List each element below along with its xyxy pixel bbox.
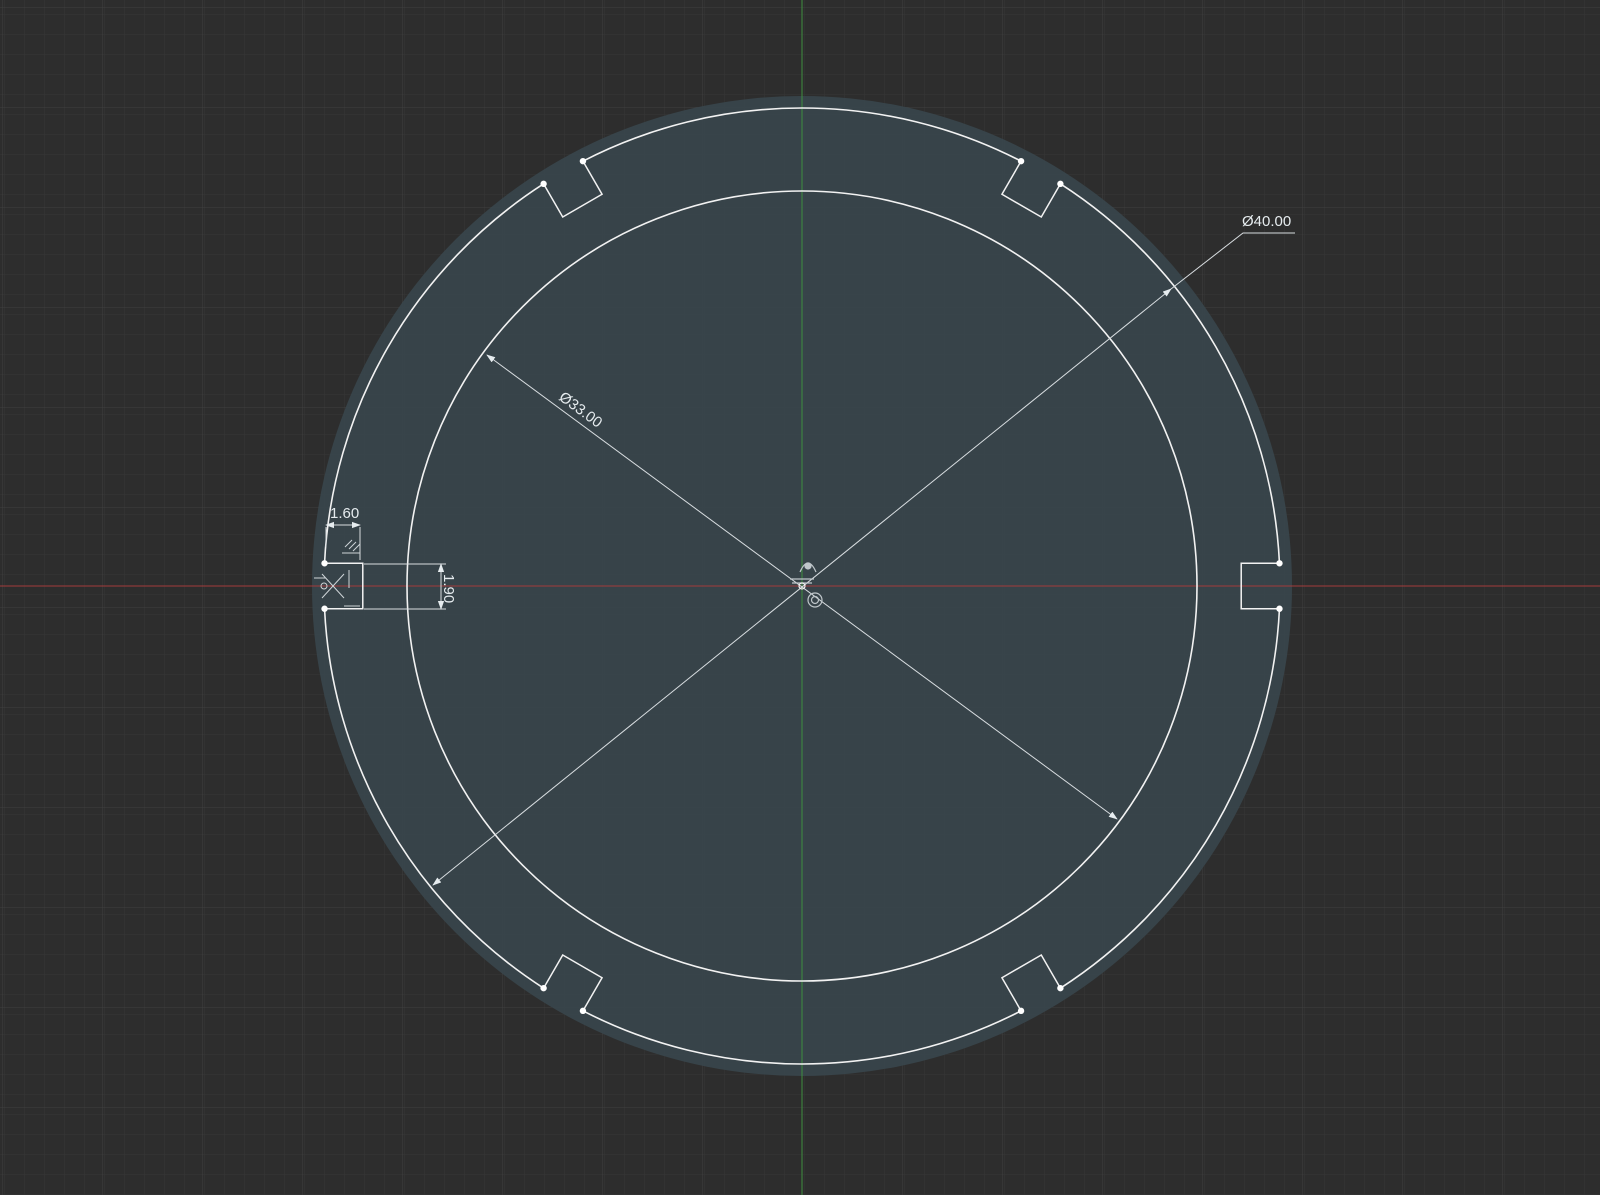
- sketch-point[interactable]: [1057, 180, 1064, 188]
- sketch-point[interactable]: [540, 984, 547, 992]
- sketch-point[interactable]: [321, 605, 328, 612]
- sketch-point[interactable]: [1017, 1007, 1025, 1015]
- sketch-canvas[interactable]: Ø40.00 Ø33.00 1.60 1.90: [0, 0, 1600, 1195]
- outer-diameter-label[interactable]: Ø40.00: [1242, 213, 1291, 230]
- notch-width-label[interactable]: 1.90: [440, 574, 457, 603]
- notch-depth-label[interactable]: 1.60: [330, 505, 359, 522]
- sketch-point[interactable]: [1276, 605, 1283, 612]
- sketch-point[interactable]: [1057, 984, 1064, 992]
- sketch-point[interactable]: [540, 180, 547, 188]
- sketch-viewport[interactable]: Ø40.00 Ø33.00 1.60 1.90: [0, 0, 1600, 1195]
- sketch-point[interactable]: [321, 560, 328, 567]
- sketch-point[interactable]: [579, 1007, 587, 1015]
- sketch-point[interactable]: [1017, 157, 1025, 165]
- sketch-point[interactable]: [1276, 560, 1283, 567]
- sketch-point[interactable]: [579, 157, 587, 165]
